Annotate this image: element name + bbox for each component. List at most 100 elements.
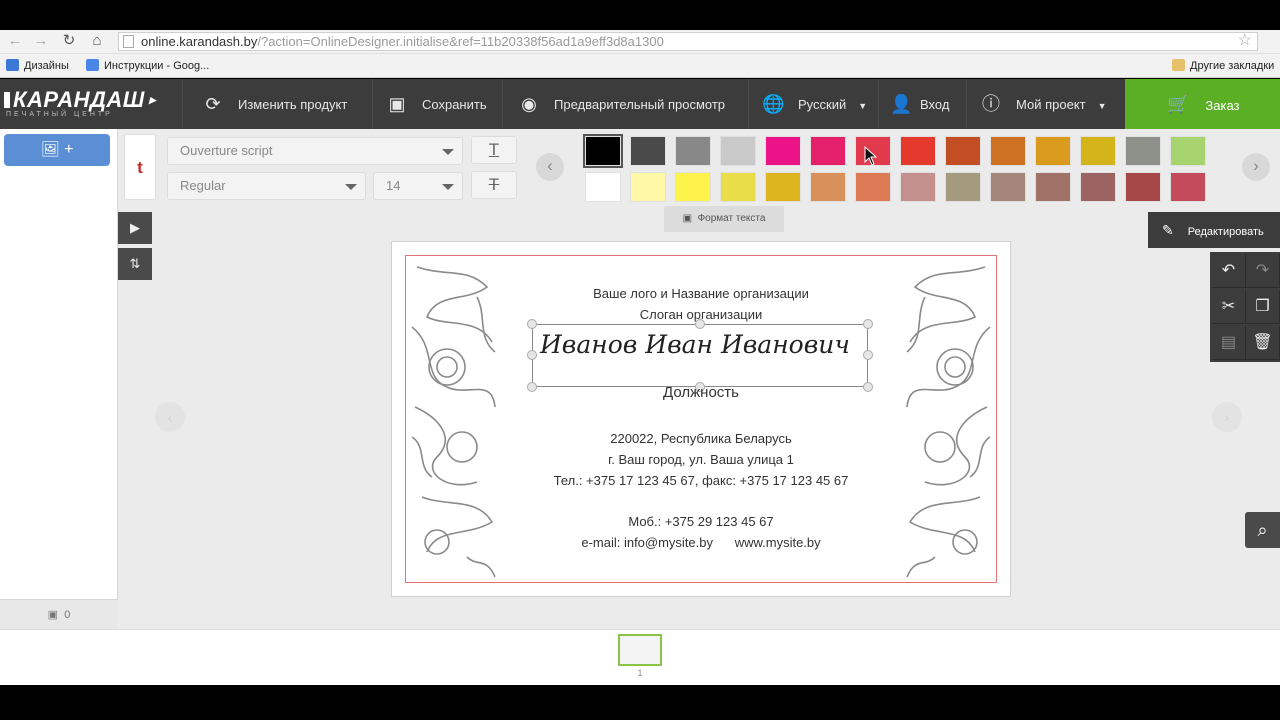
trash-icon[interactable]: 🗑 [1246, 326, 1280, 360]
color-swatch[interactable] [855, 172, 891, 202]
color-swatch[interactable] [1125, 172, 1161, 202]
card-website[interactable]: www.mysite.by [735, 535, 821, 550]
zoom-icon[interactable]: ⌕ [1245, 512, 1280, 548]
font-family-select[interactable]: Ouverture script [167, 137, 463, 165]
bookmarks-bar: Дизайны Инструкции - Goog... Другие закл… [0, 54, 1280, 78]
color-swatch[interactable] [583, 134, 623, 168]
divider [748, 79, 749, 129]
edit-button[interactable]: ✎ Редактировать [1148, 212, 1280, 248]
color-swatch[interactable] [810, 136, 846, 166]
color-swatch[interactable] [810, 172, 846, 202]
forward-icon[interactable]: → [32, 32, 50, 50]
order-button[interactable]: 🛒 Заказ [1125, 79, 1280, 129]
font-size-value: 14 [386, 178, 401, 193]
color-swatch[interactable] [675, 136, 711, 166]
card-person-name[interactable]: Иванов Иван Иванович [540, 330, 850, 359]
card-org-name[interactable]: Ваше лого и Название организации [392, 286, 1010, 301]
card-phone[interactable]: Тел.: +375 17 123 45 67, факс: +375 17 1… [392, 473, 1010, 488]
color-swatch[interactable] [1170, 172, 1206, 202]
url-field[interactable]: online.karandash.by/?action=OnlineDesign… [118, 32, 1258, 51]
bookmark-other[interactable]: Другие закладки [1172, 58, 1274, 74]
color-swatch[interactable] [720, 172, 756, 202]
color-swatch[interactable] [945, 136, 981, 166]
color-swatch[interactable] [990, 172, 1026, 202]
login-button[interactable]: 👤 Вход [890, 79, 949, 129]
card-address-line1[interactable]: 220022, Республика Беларусь [392, 431, 1010, 446]
change-product-button[interactable]: ⟳ Изменить продукт [202, 79, 347, 129]
color-swatch[interactable] [675, 172, 711, 202]
color-swatch[interactable] [1080, 136, 1116, 166]
add-image-button[interactable]: 🖼 + [4, 134, 110, 166]
bookmark-label: Другие закладки [1190, 60, 1275, 72]
card-position[interactable]: Должность [392, 384, 1010, 401]
play-icon[interactable]: ▶ [118, 212, 152, 244]
image-icon: 🖼 [40, 141, 60, 158]
page-thumbnail[interactable] [618, 634, 662, 666]
chevron-right-icon[interactable]: › [1212, 402, 1242, 432]
paste-icon[interactable]: ▤ [1212, 326, 1246, 360]
business-card-canvas[interactable]: Ваше лого и Название организации Слоган … [392, 242, 1010, 596]
image-count: 0 [64, 609, 71, 621]
bookmark-designs[interactable]: Дизайны [6, 58, 69, 74]
text-tool-icon[interactable]: t [124, 134, 156, 200]
card-address-line2[interactable]: г. Ваш город, ул. Ваша улица 1 [392, 452, 1010, 467]
save-label: Сохранить [422, 97, 487, 112]
font-size-select[interactable]: 14 [373, 172, 463, 200]
color-swatch[interactable] [1080, 172, 1116, 202]
resize-handle[interactable] [863, 350, 873, 360]
language-dropdown[interactable]: 🌐 Русский ▼ [762, 79, 867, 129]
swap-vertical-icon[interactable]: ⇅ [118, 248, 152, 280]
bookmark-star-icon[interactable]: ☆ [1238, 30, 1252, 52]
color-swatch[interactable] [585, 172, 621, 202]
resize-handle[interactable] [863, 319, 873, 329]
text-t-icon: T [488, 140, 500, 159]
color-swatch[interactable] [765, 136, 801, 166]
card-mobile[interactable]: Моб.: +375 29 123 45 67 [392, 514, 1010, 529]
edit-icon: ✎ [1162, 222, 1174, 238]
resize-handle[interactable] [695, 319, 705, 329]
color-swatch[interactable] [630, 172, 666, 202]
chevron-left-icon[interactable]: ‹ [536, 153, 564, 181]
preview-label: Предварительный просмотр [554, 97, 726, 112]
color-swatch[interactable] [1125, 136, 1161, 166]
resize-handle[interactable] [527, 350, 537, 360]
chevron-left-icon[interactable]: ‹ [155, 402, 185, 432]
my-project-dropdown[interactable]: ⓘ Мой проект ▼ [980, 79, 1107, 129]
back-icon[interactable]: ← [6, 32, 24, 50]
copy-icon[interactable]: ❐ [1246, 290, 1280, 324]
color-swatch[interactable] [1035, 136, 1071, 166]
undo-icon[interactable]: ↶ [1212, 254, 1246, 288]
color-swatch[interactable] [720, 136, 756, 166]
color-swatch[interactable] [900, 172, 936, 202]
font-style-select[interactable]: Regular [167, 172, 366, 200]
bookmark-instructions[interactable]: Инструкции - Goog... [86, 58, 209, 74]
card-email[interactable]: e-mail: info@mysite.by [581, 535, 713, 550]
cart-icon: 🛒 [1167, 94, 1190, 114]
reload-icon[interactable]: ↻ [60, 32, 78, 50]
strikethrough-button[interactable]: T [471, 171, 517, 199]
preview-button[interactable]: ◉ Предварительный просмотр [518, 79, 725, 129]
color-swatch[interactable] [1035, 172, 1071, 202]
color-swatch[interactable] [630, 136, 666, 166]
globe-icon: 🌐 [762, 94, 785, 114]
color-swatch[interactable] [900, 136, 936, 166]
divider [372, 79, 373, 129]
color-swatch[interactable] [990, 136, 1026, 166]
chevron-right-icon[interactable]: › [1242, 153, 1270, 181]
redo-icon[interactable]: ↷ [1246, 254, 1280, 288]
color-swatch[interactable] [765, 172, 801, 202]
save-button[interactable]: ▣ Сохранить [386, 79, 487, 129]
browser-address-bar: ← → ↻ ⌂ online.karandash.by/?action=Onli… [0, 30, 1280, 54]
font-style-value: Regular [180, 178, 226, 193]
logo[interactable]: КАРАНДАШ ▸ [4, 87, 156, 113]
text-format-button[interactable]: T [471, 136, 517, 164]
color-swatch[interactable] [945, 172, 981, 202]
bookmark-label: Дизайны [24, 60, 69, 72]
resize-handle[interactable] [527, 319, 537, 329]
app-toolbar: КАРАНДАШ ▸ ПЕЧАТНЫЙ ЦЕНТР ⟳ Изменить прод… [0, 79, 1280, 129]
cut-icon[interactable]: ✂ [1212, 290, 1246, 324]
home-icon[interactable]: ⌂ [88, 32, 106, 50]
color-swatch[interactable] [1170, 136, 1206, 166]
order-label: Заказ [1205, 98, 1240, 113]
strikethrough-icon: T [488, 175, 500, 194]
